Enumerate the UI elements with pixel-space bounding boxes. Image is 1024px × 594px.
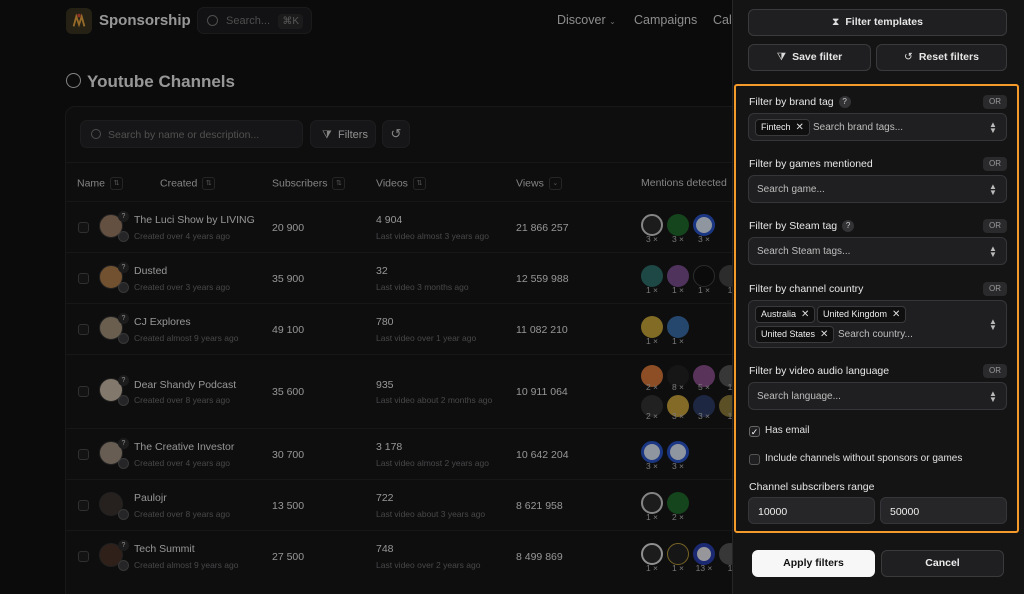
modal-backdrop[interactable] — [0, 0, 732, 594]
include-no-sponsors-label[interactable]: Include channels without sponsors or gam… — [765, 453, 962, 464]
range-min-input[interactable]: 10000 — [748, 497, 875, 524]
or-toggle[interactable]: OR — [983, 219, 1007, 233]
games-label: Filter by games mentioned — [749, 158, 873, 170]
reset-icon: ↺ — [904, 51, 913, 63]
language-label: Filter by video audio language — [749, 365, 890, 377]
chevron-updown-icon: ▲ ▼ — [989, 317, 997, 332]
country-placeholder: Search country... — [838, 329, 913, 340]
chip-united-states[interactable]: United States ✕ — [755, 326, 835, 343]
help-icon[interactable]: ? — [838, 96, 851, 108]
country-label: Filter by channel country — [749, 283, 864, 295]
cancel-button[interactable]: Cancel — [881, 550, 1004, 577]
filter-save-icon: ⧩ — [776, 51, 787, 63]
has-email-checkbox[interactable]: ✓ — [749, 426, 760, 437]
language-placeholder: Search language... — [757, 391, 841, 402]
games-placeholder: Search game... — [757, 184, 825, 195]
help-icon[interactable]: ? — [842, 220, 855, 232]
has-email-label[interactable]: Has email — [765, 425, 809, 436]
or-toggle[interactable]: OR — [983, 157, 1007, 171]
language-select[interactable]: Search language... ▲ ▼ — [748, 382, 1007, 410]
steam-tag-label: Filter by Steam tag? — [749, 220, 855, 232]
chevron-updown-icon: ▲ ▼ — [989, 182, 997, 197]
templates-icon: ⧗ — [832, 16, 840, 28]
steam-placeholder: Search Steam tags... — [757, 246, 851, 257]
brand-tag-label: Filter by brand tag? — [749, 96, 851, 108]
chip-fintech[interactable]: Fintech ✕ — [755, 119, 810, 136]
include-no-sponsors-checkbox[interactable] — [749, 454, 760, 465]
filter-templates-button[interactable]: ⧗ Filter templates — [748, 9, 1007, 36]
brand-tag-placeholder: Search brand tags... — [813, 122, 904, 133]
or-toggle[interactable]: OR — [983, 95, 1007, 109]
save-filter-button[interactable]: ⧩ Save filter — [748, 44, 871, 71]
range-max-input[interactable]: 50000 — [880, 497, 1007, 524]
remove-icon[interactable]: ✕ — [796, 122, 804, 133]
games-select[interactable]: Search game... ▲ ▼ — [748, 175, 1007, 203]
steam-tag-select[interactable]: Search Steam tags... ▲ ▼ — [748, 237, 1007, 265]
brand-tag-select[interactable]: Fintech ✕ Search brand tags... ▲ ▼ — [748, 113, 1007, 141]
country-select[interactable]: Australia ✕ United Kingdom ✕ United States… — [748, 300, 1007, 348]
chevron-updown-icon: ▲ ▼ — [989, 244, 997, 259]
or-toggle[interactable]: OR — [983, 282, 1007, 296]
subscribers-range-label: Channel subscribers range — [749, 481, 875, 493]
remove-icon[interactable]: ✕ — [801, 309, 809, 320]
chip-united-kingdom[interactable]: United Kingdom ✕ — [817, 306, 907, 323]
remove-icon[interactable]: ✕ — [820, 329, 828, 340]
reset-filters-button[interactable]: ↺ Reset filters — [876, 44, 1007, 71]
apply-filters-button[interactable]: Apply filters — [752, 550, 875, 577]
chevron-updown-icon: ▲ ▼ — [989, 389, 997, 404]
check-icon: ✓ — [750, 427, 759, 437]
or-toggle[interactable]: OR — [983, 364, 1007, 378]
remove-icon[interactable]: ✕ — [892, 309, 900, 320]
chip-australia[interactable]: Australia ✕ — [755, 306, 816, 323]
chevron-updown-icon: ▲ ▼ — [989, 120, 997, 135]
